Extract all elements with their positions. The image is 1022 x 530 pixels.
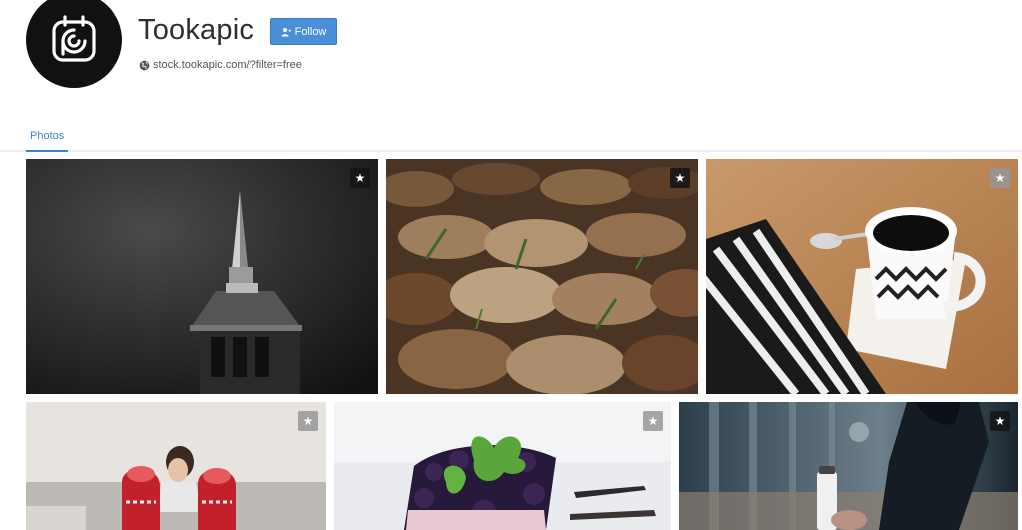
photo-tile[interactable]: ★ (679, 402, 1018, 530)
follow-button[interactable]: Follow (270, 18, 337, 45)
photo-christmas-socks (26, 402, 326, 530)
tookapic-logo-icon (52, 15, 96, 62)
photo-person-thermos (679, 402, 1018, 530)
photo-tile[interactable]: ★ (334, 402, 671, 530)
avatar[interactable] (26, 0, 122, 88)
photo-tile[interactable]: ★ (26, 159, 378, 394)
photo-tile[interactable]: ★ (706, 159, 1018, 394)
photo-autumn-leaves (386, 159, 698, 394)
photo-coffee-cup (706, 159, 1018, 394)
photo-blueberry-cake (334, 402, 671, 530)
favorite-star-button[interactable]: ★ (670, 168, 690, 188)
user-plus-icon (281, 27, 291, 36)
profile-name: Tookapic (138, 14, 255, 46)
favorite-star-button[interactable]: ★ (350, 168, 370, 188)
favorite-star-button[interactable]: ★ (990, 411, 1010, 431)
photo-tile[interactable]: ★ (386, 159, 698, 394)
photo-church-steeple (26, 159, 378, 394)
favorite-star-button[interactable]: ★ (298, 411, 318, 431)
tab-bar: Photos (0, 124, 1022, 152)
favorite-star-button[interactable]: ★ (643, 411, 663, 431)
photo-tile[interactable]: ★ (26, 402, 326, 530)
website-link[interactable]: stock.tookapic.com/?filter=free (139, 59, 302, 71)
favorite-star-button[interactable]: ★ (990, 168, 1010, 188)
globe-icon (139, 60, 150, 70)
website-url: stock.tookapic.com/?filter=free (153, 59, 302, 71)
follow-button-label: Follow (294, 25, 327, 38)
tab-photos[interactable]: Photos (26, 124, 69, 152)
profile-page: Tookapic Follow stock.tookapic.com/?filt… (0, 0, 1022, 530)
